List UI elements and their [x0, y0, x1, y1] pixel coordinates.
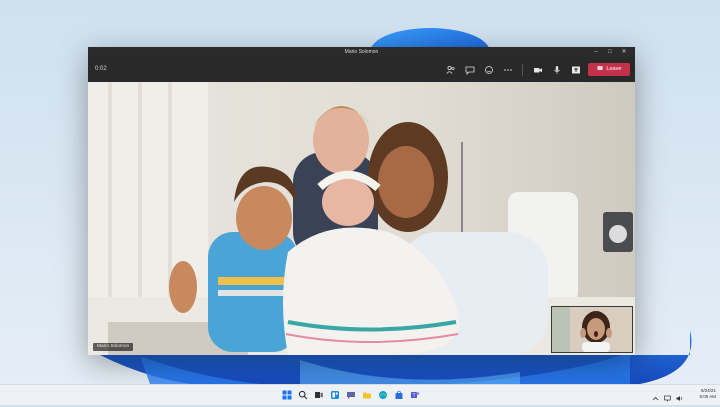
system-tray — [652, 389, 683, 407]
camera-icon[interactable] — [531, 63, 544, 76]
share-icon[interactable] — [569, 63, 582, 76]
teams-call-window: Mario Solomon – □ ✕ 0:02 ☎ Leave Mario S… — [88, 47, 635, 355]
main-video-feed: Mario Solomon — [88, 82, 635, 355]
task-view-icon[interactable] — [312, 388, 325, 401]
volume-icon[interactable] — [676, 389, 683, 407]
phone-hangup-icon: ☎ — [596, 66, 604, 72]
store-icon[interactable] — [392, 388, 405, 401]
window-title: Mario Solomon — [344, 49, 379, 55]
close-icon[interactable]: ✕ — [617, 47, 631, 57]
clock-time: 8:00 AM — [699, 394, 716, 399]
call-timer: 0:02 — [95, 66, 107, 72]
self-view-video[interactable] — [551, 306, 633, 353]
chat-icon[interactable] — [463, 63, 476, 76]
window-controls: – □ ✕ — [589, 47, 631, 57]
widgets-icon[interactable] — [328, 388, 341, 401]
participant-name-tag: Mario Solomon — [93, 343, 134, 351]
taskbar: T 6/24/21 8:00 AM — [0, 384, 720, 405]
people-icon[interactable] — [444, 63, 457, 76]
toolbar-divider — [522, 64, 523, 76]
title-bar: Mario Solomon – □ ✕ — [88, 47, 635, 57]
microphone-icon[interactable] — [550, 63, 563, 76]
start-icon[interactable] — [280, 388, 293, 401]
search-icon[interactable] — [296, 388, 309, 401]
minimize-icon[interactable]: – — [589, 47, 603, 57]
leave-button[interactable]: ☎ Leave — [588, 63, 630, 76]
svg-text:T: T — [412, 392, 415, 398]
more-icon[interactable] — [501, 63, 514, 76]
teams-chat-icon[interactable] — [344, 388, 357, 401]
leave-label: Leave — [606, 66, 622, 72]
taskbar-apps: T — [280, 388, 421, 401]
maximize-icon[interactable]: □ — [603, 47, 617, 57]
edge-icon[interactable] — [376, 388, 389, 401]
network-icon[interactable] — [664, 389, 671, 407]
self-view-image — [552, 307, 632, 352]
call-toolbar: 0:02 ☎ Leave — [88, 57, 635, 82]
chevron-up-icon[interactable] — [652, 389, 659, 407]
clock[interactable]: 6/24/21 8:00 AM — [699, 388, 716, 400]
teams-icon[interactable]: T — [408, 388, 421, 401]
reactions-icon[interactable] — [482, 63, 495, 76]
file-explorer-icon[interactable] — [360, 388, 373, 401]
